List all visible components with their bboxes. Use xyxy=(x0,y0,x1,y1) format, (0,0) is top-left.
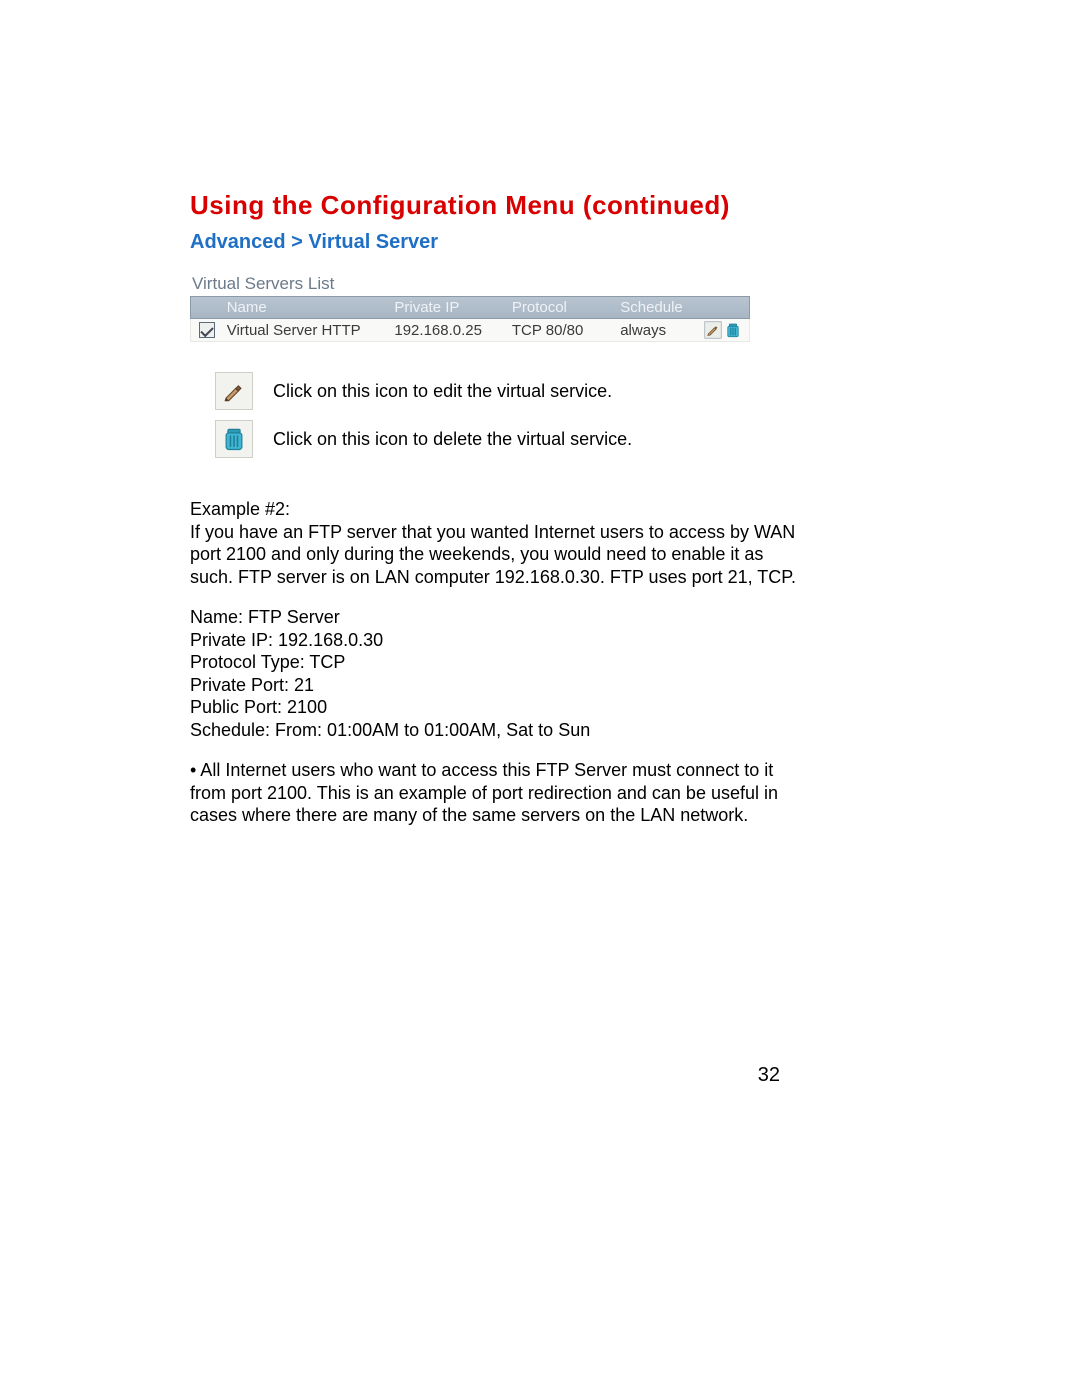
delete-icon[interactable] xyxy=(724,321,742,339)
breadcrumb: Advanced > Virtual Server xyxy=(190,231,890,254)
example-settings: Name: FTP Server Private IP: 192.168.0.3… xyxy=(190,606,890,741)
setting-schedule: Schedule: From: 01:00AM to 01:00AM, Sat … xyxy=(190,719,890,742)
cell-private-ip: 192.168.0.25 xyxy=(390,320,507,341)
example-note: • All Internet users who want to access … xyxy=(190,759,810,827)
setting-protocol-type: Protocol Type: TCP xyxy=(190,651,890,674)
column-protocol: Protocol xyxy=(508,297,616,318)
example-paragraph: If you have an FTP server that you wante… xyxy=(190,521,810,589)
cell-protocol: TCP 80/80 xyxy=(508,320,616,341)
table-caption: Virtual Servers List xyxy=(190,274,750,296)
cell-name: Virtual Server HTTP xyxy=(223,320,391,341)
page-title: Using the Configuration Menu (continued) xyxy=(190,190,890,221)
legend-edit-text: Click on this icon to edit the virtual s… xyxy=(273,381,612,402)
checkbox-icon[interactable] xyxy=(199,322,215,338)
page-number: 32 xyxy=(758,1064,780,1087)
column-name: Name xyxy=(223,297,391,318)
setting-private-port: Private Port: 21 xyxy=(190,674,890,697)
legend-delete: Click on this icon to delete the virtual… xyxy=(215,420,890,458)
delete-icon xyxy=(215,420,253,458)
column-schedule: Schedule xyxy=(616,297,697,318)
column-private-ip: Private IP xyxy=(390,297,507,318)
edit-icon[interactable] xyxy=(704,321,722,339)
icon-legend: Click on this icon to edit the virtual s… xyxy=(215,372,890,458)
setting-private-ip: Private IP: 192.168.0.30 xyxy=(190,629,890,652)
legend-edit: Click on this icon to edit the virtual s… xyxy=(215,372,890,410)
document-page: Using the Configuration Menu (continued)… xyxy=(0,0,1080,1397)
setting-name: Name: FTP Server xyxy=(190,606,890,629)
table-header: Name Private IP Protocol Schedule xyxy=(190,296,750,319)
legend-delete-text: Click on this icon to delete the virtual… xyxy=(273,429,632,450)
cell-schedule: always xyxy=(616,320,697,341)
setting-public-port: Public Port: 2100 xyxy=(190,696,890,719)
virtual-servers-list: Virtual Servers List Name Private IP Pro… xyxy=(190,274,750,342)
edit-icon xyxy=(215,372,253,410)
example-label: Example #2: xyxy=(190,498,810,521)
table-row: Virtual Server HTTP 192.168.0.25 TCP 80/… xyxy=(190,319,750,342)
